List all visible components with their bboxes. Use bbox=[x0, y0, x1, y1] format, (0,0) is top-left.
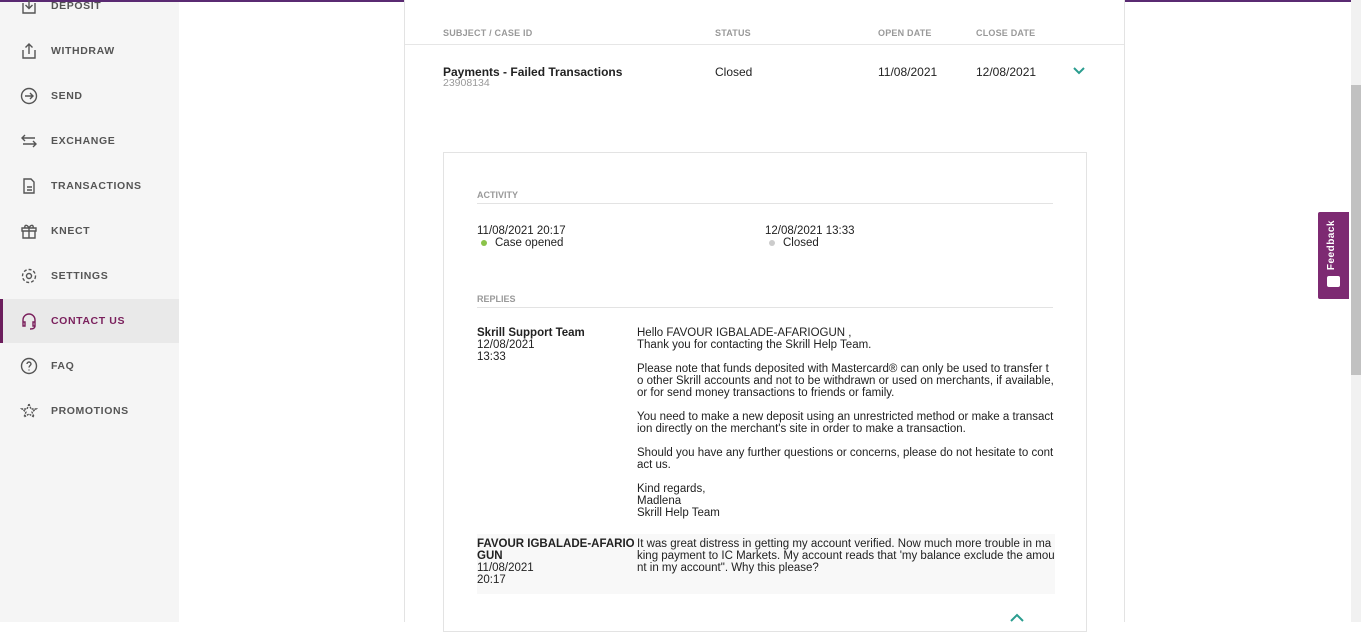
sidebar-item-label: WITHDRAW bbox=[51, 45, 115, 57]
reply-paragraph: Hello FAVOUR IGBALADE-AFARIOGUN , Thank … bbox=[637, 327, 872, 351]
reply-paragraph: You need to make a new deposit using an … bbox=[637, 411, 1054, 435]
reply-author: Skrill Support Team bbox=[477, 327, 585, 339]
withdraw-icon bbox=[20, 42, 38, 60]
question-icon bbox=[20, 357, 38, 375]
event-text: Case opened bbox=[495, 237, 564, 249]
sidebar-item-send[interactable]: SEND bbox=[0, 74, 179, 118]
sidebar-item-faq[interactable]: FAQ bbox=[0, 344, 179, 388]
sidebar-item-settings[interactable]: SETTINGS bbox=[0, 254, 179, 298]
sidebar-item-label: EXCHANGE bbox=[51, 135, 116, 147]
activity-event: 11/08/2021 20:17 Case opened bbox=[477, 225, 566, 249]
sidebar-item-deposit[interactable]: DEPOSIT bbox=[0, 0, 179, 28]
sidebar: DEPOSIT WITHDRAW SEND EXCHANGE TRANSACTIONS K… bbox=[0, 0, 179, 622]
gift-icon bbox=[20, 222, 38, 240]
case-status: Closed bbox=[715, 65, 753, 79]
reply-time: 13:33 bbox=[477, 351, 506, 363]
header-subject: SUBJECT / CASE ID bbox=[443, 28, 533, 38]
feedback-button[interactable]: Feedback bbox=[1318, 212, 1349, 299]
replies-label: REPLIES bbox=[477, 294, 516, 304]
sidebar-item-label: KNECT bbox=[51, 225, 91, 237]
reply-time: 20:17 bbox=[477, 574, 506, 586]
reply-paragraph: It was great distress in getting my acco… bbox=[637, 538, 1055, 574]
header-close-date: CLOSE DATE bbox=[976, 28, 1036, 38]
header-status: STATUS bbox=[715, 28, 751, 38]
sidebar-item-withdraw[interactable]: WITHDRAW bbox=[0, 29, 179, 73]
cases-panel: SUBJECT / CASE ID STATUS OPEN DATE CLOSE… bbox=[404, 0, 1125, 632]
reply-paragraph: Kind regards, Madlena Skrill Help Team bbox=[637, 483, 720, 519]
divider bbox=[405, 44, 1124, 45]
event-text: Closed bbox=[783, 237, 819, 249]
gear-icon bbox=[20, 267, 38, 285]
sidebar-item-contact-us[interactable]: CONTACT US bbox=[0, 299, 179, 343]
case-close-date: 12/08/2021 bbox=[976, 65, 1037, 79]
divider bbox=[477, 203, 1053, 204]
star-icon bbox=[20, 402, 38, 420]
sidebar-item-label: TRANSACTIONS bbox=[51, 180, 142, 192]
event-datetime: 11/08/2021 20:17 bbox=[477, 225, 566, 237]
reply-date: 11/08/2021 bbox=[477, 562, 534, 574]
status-dot bbox=[481, 239, 487, 246]
feedback-icon bbox=[1327, 276, 1340, 287]
exchange-icon bbox=[20, 132, 38, 150]
event-datetime: 12/08/2021 13:33 bbox=[765, 225, 855, 237]
reply-paragraph: Please note that funds deposited with Ma… bbox=[637, 363, 1054, 399]
sidebar-item-label: SEND bbox=[51, 90, 83, 102]
send-icon bbox=[20, 87, 38, 105]
case-open-date: 11/08/2021 bbox=[878, 65, 938, 79]
sidebar-item-label: CONTACT US bbox=[51, 315, 126, 327]
headset-icon bbox=[20, 312, 38, 330]
sidebar-item-label: PROMOTIONS bbox=[51, 405, 129, 417]
status-dot bbox=[769, 239, 775, 246]
sidebar-item-exchange[interactable]: EXCHANGE bbox=[0, 119, 179, 163]
sidebar-item-transactions[interactable]: TRANSACTIONS bbox=[0, 164, 179, 208]
case-details: ACTIVITY 11/08/2021 20:17 Case opened 12/… bbox=[443, 152, 1087, 632]
chevron-down-icon[interactable] bbox=[1073, 66, 1085, 76]
document-icon bbox=[20, 177, 38, 195]
activity-label: ACTIVITY bbox=[477, 190, 519, 200]
case-id: 23908134 bbox=[443, 77, 490, 89]
activity-event: 12/08/2021 13:33 Closed bbox=[765, 225, 855, 249]
header-open-date: OPEN DATE bbox=[878, 28, 932, 38]
deposit-icon bbox=[20, 0, 38, 15]
reply-date: 12/08/2021 bbox=[477, 339, 535, 351]
sidebar-item-label: DEPOSIT bbox=[51, 0, 102, 12]
sidebar-item-label: FAQ bbox=[51, 360, 75, 372]
sidebar-item-promotions[interactable]: PROMOTIONS bbox=[0, 389, 179, 433]
reply-author: FAVOUR IGBALADE-AFARIOGUN bbox=[477, 538, 635, 562]
feedback-label: Feedback bbox=[1326, 220, 1337, 271]
divider bbox=[477, 307, 1053, 308]
sidebar-item-knect[interactable]: KNECT bbox=[0, 209, 179, 253]
sidebar-item-label: SETTINGS bbox=[51, 270, 109, 282]
scrollbar-thumb[interactable] bbox=[1351, 85, 1361, 375]
reply-paragraph: Should you have any further questions or… bbox=[637, 447, 1054, 471]
